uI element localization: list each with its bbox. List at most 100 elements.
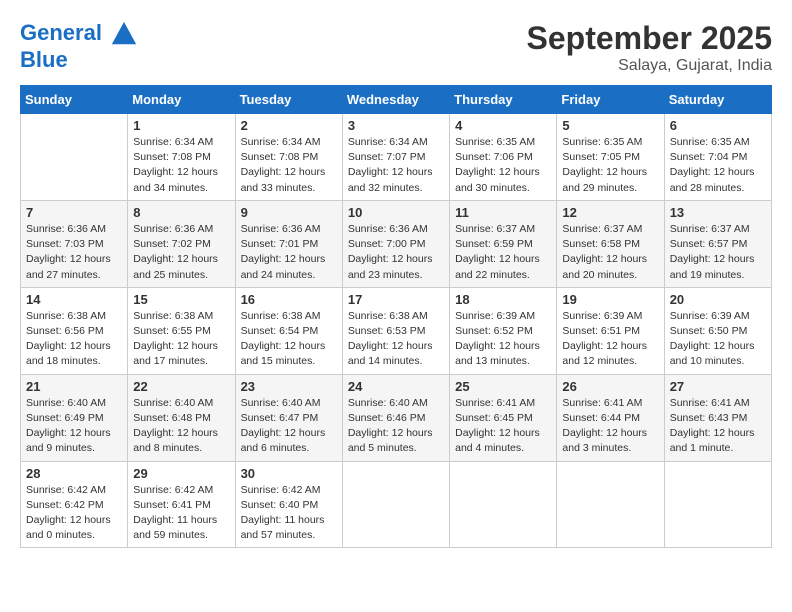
day-info: Sunrise: 6:35 AMSunset: 7:04 PMDaylight:… — [670, 135, 766, 196]
calendar-cell: 16 Sunrise: 6:38 AMSunset: 6:54 PMDayligh… — [235, 287, 342, 374]
logo-general: General — [20, 20, 102, 45]
day-number: 10 — [348, 205, 444, 220]
day-info: Sunrise: 6:38 AMSunset: 6:56 PMDaylight:… — [26, 309, 122, 370]
title-section: September 2025 Salaya, Gujarat, India — [527, 20, 772, 75]
day-number: 6 — [670, 118, 766, 133]
day-number: 14 — [26, 292, 122, 307]
day-number: 9 — [241, 205, 337, 220]
calendar-header-row: SundayMondayTuesdayWednesdayThursdayFrid… — [21, 86, 772, 114]
day-info: Sunrise: 6:42 AMSunset: 6:42 PMDaylight:… — [26, 483, 122, 544]
day-info: Sunrise: 6:36 AMSunset: 7:00 PMDaylight:… — [348, 222, 444, 283]
calendar-cell: 26 Sunrise: 6:41 AMSunset: 6:44 PMDayligh… — [557, 374, 664, 461]
day-info: Sunrise: 6:34 AMSunset: 7:08 PMDaylight:… — [241, 135, 337, 196]
day-info: Sunrise: 6:36 AMSunset: 7:01 PMDaylight:… — [241, 222, 337, 283]
logo: General Blue — [20, 20, 138, 72]
day-header-thursday: Thursday — [450, 86, 557, 114]
day-info: Sunrise: 6:37 AMSunset: 6:58 PMDaylight:… — [562, 222, 658, 283]
day-number: 4 — [455, 118, 551, 133]
calendar-cell: 11Sunrise: 6:37 AMSunset: 6:59 PMDayligh… — [450, 200, 557, 287]
day-info: Sunrise: 6:36 AMSunset: 7:03 PMDaylight:… — [26, 222, 122, 283]
day-info: Sunrise: 6:39 AMSunset: 6:51 PMDaylight:… — [562, 309, 658, 370]
calendar-week-4: 21 Sunrise: 6:40 AMSunset: 6:49 PMDayligh… — [21, 374, 772, 461]
calendar-cell — [342, 461, 449, 548]
calendar-cell: 21 Sunrise: 6:40 AMSunset: 6:49 PMDayligh… — [21, 374, 128, 461]
calendar-cell: 3 Sunrise: 6:34 AMSunset: 7:07 PMDaylight… — [342, 114, 449, 201]
calendar-cell — [557, 461, 664, 548]
calendar-cell — [21, 114, 128, 201]
day-number: 12 — [562, 205, 658, 220]
calendar-table: SundayMondayTuesdayWednesdayThursdayFrid… — [20, 85, 772, 548]
calendar-cell: 19 Sunrise: 6:39 AMSunset: 6:51 PMDayligh… — [557, 287, 664, 374]
calendar-week-2: 7 Sunrise: 6:36 AMSunset: 7:03 PMDaylight… — [21, 200, 772, 287]
day-info: Sunrise: 6:35 AMSunset: 7:06 PMDaylight:… — [455, 135, 551, 196]
calendar-cell: 20 Sunrise: 6:39 AMSunset: 6:50 PMDayligh… — [664, 287, 771, 374]
calendar-cell: 2 Sunrise: 6:34 AMSunset: 7:08 PMDaylight… — [235, 114, 342, 201]
day-number: 24 — [348, 379, 444, 394]
calendar-cell: 5Sunrise: 6:35 AMSunset: 7:05 PMDaylight… — [557, 114, 664, 201]
day-number: 2 — [241, 118, 337, 133]
calendar-cell: 7 Sunrise: 6:36 AMSunset: 7:03 PMDaylight… — [21, 200, 128, 287]
day-number: 26 — [562, 379, 658, 394]
calendar-cell: 14 Sunrise: 6:38 AMSunset: 6:56 PMDayligh… — [21, 287, 128, 374]
calendar-cell: 8 Sunrise: 6:36 AMSunset: 7:02 PMDaylight… — [128, 200, 235, 287]
day-info: Sunrise: 6:40 AMSunset: 6:48 PMDaylight:… — [133, 396, 229, 457]
calendar-cell — [664, 461, 771, 548]
day-info: Sunrise: 6:36 AMSunset: 7:02 PMDaylight:… — [133, 222, 229, 283]
day-number: 5 — [562, 118, 658, 133]
day-number: 11 — [455, 205, 551, 220]
calendar-cell: 22 Sunrise: 6:40 AMSunset: 6:48 PMDayligh… — [128, 374, 235, 461]
day-info: Sunrise: 6:38 AMSunset: 6:54 PMDaylight:… — [241, 309, 337, 370]
logo-blue: Blue — [20, 47, 68, 72]
day-header-tuesday: Tuesday — [235, 86, 342, 114]
calendar-week-5: 28 Sunrise: 6:42 AMSunset: 6:42 PMDayligh… — [21, 461, 772, 548]
day-number: 29 — [133, 466, 229, 481]
day-number: 18 — [455, 292, 551, 307]
day-info: Sunrise: 6:40 AMSunset: 6:49 PMDaylight:… — [26, 396, 122, 457]
day-number: 22 — [133, 379, 229, 394]
day-number: 25 — [455, 379, 551, 394]
day-number: 19 — [562, 292, 658, 307]
day-number: 15 — [133, 292, 229, 307]
day-info: Sunrise: 6:41 AMSunset: 6:44 PMDaylight:… — [562, 396, 658, 457]
day-info: Sunrise: 6:41 AMSunset: 6:45 PMDaylight:… — [455, 396, 551, 457]
logo-icon — [110, 20, 138, 48]
page-header: General Blue September 2025 Salaya, Guja… — [20, 20, 772, 75]
calendar-cell: 4 Sunrise: 6:35 AMSunset: 7:06 PMDaylight… — [450, 114, 557, 201]
day-number: 21 — [26, 379, 122, 394]
day-number: 20 — [670, 292, 766, 307]
day-info: Sunrise: 6:38 AMSunset: 6:55 PMDaylight:… — [133, 309, 229, 370]
day-info: Sunrise: 6:39 AMSunset: 6:50 PMDaylight:… — [670, 309, 766, 370]
day-info: Sunrise: 6:39 AMSunset: 6:52 PMDaylight:… — [455, 309, 551, 370]
calendar-cell: 13 Sunrise: 6:37 AMSunset: 6:57 PMDayligh… — [664, 200, 771, 287]
day-info: Sunrise: 6:40 AMSunset: 6:46 PMDaylight:… — [348, 396, 444, 457]
day-info: Sunrise: 6:40 AMSunset: 6:47 PMDaylight:… — [241, 396, 337, 457]
calendar-cell: 9 Sunrise: 6:36 AMSunset: 7:01 PMDaylight… — [235, 200, 342, 287]
calendar-cell: 28 Sunrise: 6:42 AMSunset: 6:42 PMDayligh… — [21, 461, 128, 548]
day-number: 8 — [133, 205, 229, 220]
day-number: 17 — [348, 292, 444, 307]
day-header-saturday: Saturday — [664, 86, 771, 114]
calendar-cell: 27Sunrise: 6:41 AMSunset: 6:43 PMDayligh… — [664, 374, 771, 461]
calendar-cell: 29 Sunrise: 6:42 AMSunset: 6:41 PMDayligh… — [128, 461, 235, 548]
calendar-cell: 23Sunrise: 6:40 AMSunset: 6:47 PMDayligh… — [235, 374, 342, 461]
day-info: Sunrise: 6:42 AMSunset: 6:41 PMDaylight:… — [133, 483, 229, 544]
day-number: 13 — [670, 205, 766, 220]
day-number: 16 — [241, 292, 337, 307]
calendar-cell: 1Sunrise: 6:34 AMSunset: 7:08 PMDaylight… — [128, 114, 235, 201]
calendar-cell: 18 Sunrise: 6:39 AMSunset: 6:52 PMDayligh… — [450, 287, 557, 374]
calendar-cell: 6 Sunrise: 6:35 AMSunset: 7:04 PMDaylight… — [664, 114, 771, 201]
day-header-sunday: Sunday — [21, 86, 128, 114]
day-info: Sunrise: 6:34 AMSunset: 7:08 PMDaylight:… — [133, 135, 229, 196]
day-number: 7 — [26, 205, 122, 220]
day-number: 28 — [26, 466, 122, 481]
calendar-cell: 17 Sunrise: 6:38 AMSunset: 6:53 PMDayligh… — [342, 287, 449, 374]
calendar-week-3: 14 Sunrise: 6:38 AMSunset: 6:56 PMDayligh… — [21, 287, 772, 374]
day-info: Sunrise: 6:34 AMSunset: 7:07 PMDaylight:… — [348, 135, 444, 196]
day-info: Sunrise: 6:37 AMSunset: 6:57 PMDaylight:… — [670, 222, 766, 283]
day-info: Sunrise: 6:38 AMSunset: 6:53 PMDaylight:… — [348, 309, 444, 370]
day-header-monday: Monday — [128, 86, 235, 114]
location: Salaya, Gujarat, India — [527, 57, 772, 75]
day-header-wednesday: Wednesday — [342, 86, 449, 114]
day-number: 3 — [348, 118, 444, 133]
calendar-cell: 25 Sunrise: 6:41 AMSunset: 6:45 PMDayligh… — [450, 374, 557, 461]
